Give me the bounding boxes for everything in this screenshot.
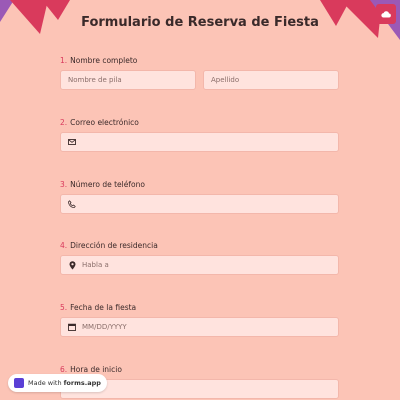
email-input[interactable] [60, 132, 339, 152]
question-label: Fecha de la fiesta [70, 303, 137, 312]
envelope-icon [65, 139, 79, 145]
cloud-icon [381, 11, 391, 18]
last-name-input[interactable]: Apellido [203, 70, 339, 90]
date-input[interactable]: MM/DD/YYYY [60, 317, 339, 337]
question-phone: 3. Número de teléfono [60, 180, 145, 189]
question-party-date: 5. Fecha de la fiesta [60, 303, 137, 312]
question-label: Nombre completo [70, 56, 138, 65]
question-label: Número de teléfono [70, 180, 145, 189]
forms-app-logo-icon [14, 378, 24, 388]
location-pin-icon [65, 260, 79, 270]
phone-icon [65, 200, 79, 208]
question-address: 4. Dirección de residencia [60, 241, 158, 250]
question-label: Dirección de residencia [70, 241, 158, 250]
form-title: Formulario de Reserva de Fiesta [81, 15, 319, 30]
question-email: 2. Correo electrónico [60, 118, 139, 127]
forms-app-badge[interactable]: Made with forms.app [8, 374, 107, 392]
first-name-input[interactable]: Nombre de pila [60, 70, 196, 90]
address-input[interactable]: Habla a [60, 255, 339, 275]
question-full-name: 1. Nombre completo [60, 56, 138, 65]
phone-input[interactable] [60, 194, 339, 214]
share-button[interactable] [376, 4, 396, 24]
question-label: Correo electrónico [70, 118, 139, 127]
calendar-icon [65, 323, 79, 331]
question-label: Hora de inicio [70, 365, 122, 374]
